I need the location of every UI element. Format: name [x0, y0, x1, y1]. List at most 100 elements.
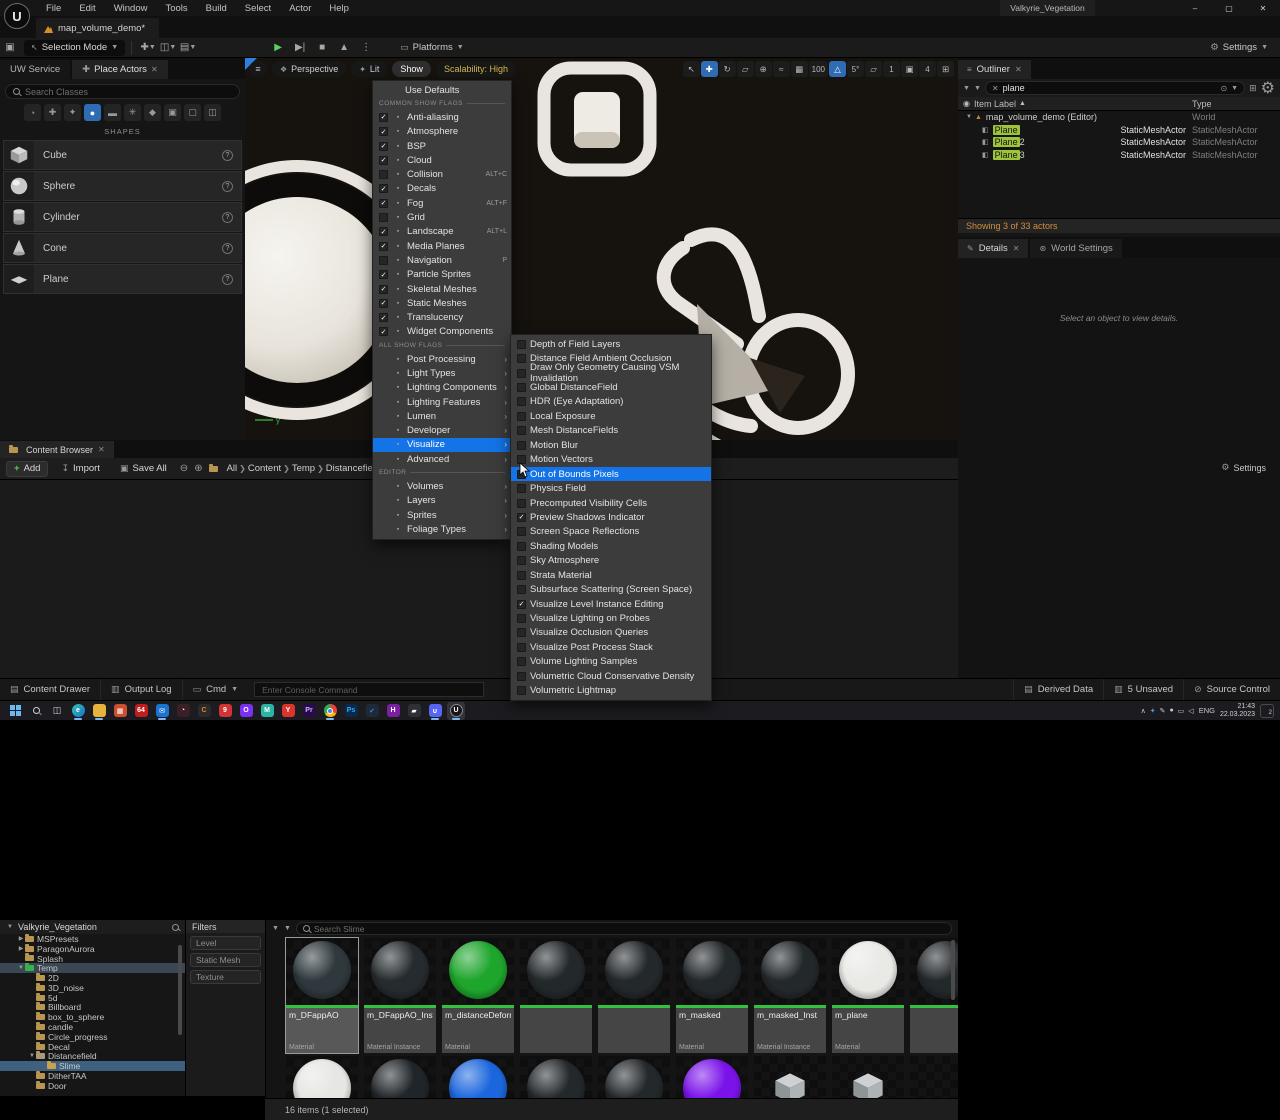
tab-place-actors[interactable]: ✚Place Actors✕: [72, 60, 167, 79]
chevron-down-icon[interactable]: ▼: [1231, 85, 1238, 92]
menu-edit[interactable]: Edit: [71, 2, 103, 15]
menu-item-visualize[interactable]: ▪Visualize›: [373, 438, 511, 452]
tree-item-slime[interactable]: Slime: [0, 1061, 185, 1071]
shape-item-sphere[interactable]: Sphere?: [3, 171, 242, 201]
tree-item-box-to-sphere[interactable]: box_to_sphere: [0, 1012, 185, 1022]
output-log-button[interactable]: ▥ Output Log: [101, 679, 183, 701]
checkbox-landscape[interactable]: ✓: [379, 227, 388, 236]
chevron-down-icon[interactable]: ▼: [966, 114, 972, 120]
forward-icon[interactable]: ⊕: [194, 463, 202, 474]
search-icon[interactable]: [172, 924, 179, 931]
rotation-snap-value[interactable]: 5°: [847, 61, 864, 77]
selection-mode-dropdown[interactable]: ↖ Selection Mode ▼: [24, 40, 125, 56]
shape-item-cube[interactable]: Cube?: [3, 140, 242, 170]
asset-tile[interactable]: [598, 938, 670, 1053]
tab-uw-service[interactable]: UW Service: [0, 60, 70, 79]
camera-speed[interactable]: ▣: [901, 61, 918, 77]
photoshop-icon[interactable]: Ps: [342, 702, 360, 720]
asset-tile[interactable]: [520, 938, 592, 1053]
menu-item-decals[interactable]: ✓▪Decals: [373, 182, 511, 196]
checkbox-atmosphere[interactable]: ✓: [379, 127, 388, 136]
m-app-icon[interactable]: M: [258, 702, 276, 720]
checkbox-screen-space-reflections[interactable]: [517, 527, 526, 536]
show-dropdown[interactable]: Show: [392, 61, 431, 77]
taskbar-clock[interactable]: 21:43 22.03.2023: [1220, 703, 1255, 719]
search-classes-input[interactable]: Search Classes: [5, 84, 240, 99]
scale-snap-toggle[interactable]: ▱: [865, 61, 882, 77]
add-button[interactable]: + Add: [6, 461, 48, 477]
menu-item-foliage-types[interactable]: ▪Foliage Types›: [373, 522, 511, 536]
checkbox-widget-components[interactable]: ✓: [379, 327, 388, 336]
chrome-icon[interactable]: [321, 702, 339, 720]
menu-item-bsp[interactable]: ✓▪BSP: [373, 139, 511, 153]
menu-item-lighting-components[interactable]: ▪Lighting Components›: [373, 381, 511, 395]
scale-snap-value[interactable]: 1: [883, 61, 900, 77]
basic-icon[interactable]: ✚: [44, 104, 61, 121]
asset-search-input[interactable]: Search Slime: [296, 922, 952, 935]
asset-tile[interactable]: [364, 1056, 436, 1098]
move-tool[interactable]: ✚: [701, 61, 718, 77]
premiere-icon[interactable]: Pr: [300, 702, 318, 720]
edge-icon[interactable]: e: [69, 702, 87, 720]
tray-mic-icon[interactable]: ●: [1169, 707, 1173, 714]
outliner-row-map-volume-demo-editor[interactable]: ▼▲map_volume_demo (Editor)World: [958, 111, 1280, 124]
menu-item-depth-of-field-layers[interactable]: Depth of Field Layers: [511, 337, 711, 351]
help-icon[interactable]: ?: [222, 243, 233, 254]
filter-pill-texture[interactable]: Texture: [190, 970, 261, 984]
menu-select[interactable]: Select: [237, 2, 279, 15]
menu-item-out-of-bounds-pixels[interactable]: Out of Bounds Pixels: [511, 467, 711, 481]
save-all-button[interactable]: ▣ Save All: [113, 461, 174, 477]
checkbox-shading-models[interactable]: [517, 542, 526, 551]
filter-icon[interactable]: ▼: [963, 85, 970, 92]
tab-world-settings[interactable]: ⊛World Settings: [1030, 239, 1121, 258]
rotation-snap-toggle[interactable]: △: [829, 61, 846, 77]
checkbox-anti-aliasing[interactable]: ✓: [379, 113, 388, 122]
app-64-icon[interactable]: 64: [132, 702, 150, 720]
chevron-down-icon[interactable]: ▼: [974, 85, 981, 92]
outliner-row-plane3[interactable]: ◧Plane3StaticMeshActorStaticMeshActor: [958, 149, 1280, 162]
o-app-icon[interactable]: O: [237, 702, 255, 720]
checkbox-translucency[interactable]: ✓: [379, 313, 388, 322]
outliner-column-header[interactable]: ◉ Item Label ▲ Type: [958, 97, 1280, 111]
asset-tile[interactable]: [286, 1056, 358, 1098]
grid-snap-toggle[interactable]: ▦: [791, 61, 808, 77]
checkbox-sky-atmosphere[interactable]: [517, 556, 526, 565]
menu-file[interactable]: File: [38, 2, 69, 15]
geometry-icon[interactable]: ◆: [144, 104, 161, 121]
content-drawer-button[interactable]: ▤ Content Drawer: [0, 679, 101, 701]
shape-item-cone[interactable]: Cone?: [3, 233, 242, 263]
world-space-toggle[interactable]: ⊕: [755, 61, 772, 77]
perspective-dropdown[interactable]: ❖ Perspective: [272, 61, 346, 77]
menu-item-preview-shadows-indicator[interactable]: ✓Preview Shadows Indicator: [511, 510, 711, 524]
menu-item-draw-only-geometry-causing-vsm-invalidation[interactable]: Draw Only Geometry Causing VSM Invalidat…: [511, 366, 711, 380]
tree-item-3d-noise[interactable]: 3D_noise: [0, 983, 185, 993]
asset-tile[interactable]: [832, 1056, 904, 1098]
h-app-icon[interactable]: H: [384, 702, 402, 720]
checkbox-collision[interactable]: [379, 170, 388, 179]
discord-icon[interactable]: ∪: [426, 702, 444, 720]
asset-tile-m-dfappao[interactable]: m_DFappAOMaterial: [286, 938, 358, 1053]
checkbox-cloud[interactable]: ✓: [379, 156, 388, 165]
item-label-column[interactable]: Item Label: [974, 99, 1016, 109]
checkbox-depth-of-field-layers[interactable]: [517, 340, 526, 349]
tray-chevron-icon[interactable]: ∧: [1141, 707, 1146, 715]
close-icon[interactable]: ✕: [151, 65, 158, 74]
ide-icon[interactable]: ▰: [405, 702, 423, 720]
select-tool[interactable]: ↖: [683, 61, 700, 77]
checkbox-navigation[interactable]: [379, 256, 388, 265]
tree-item-door[interactable]: Door: [0, 1081, 185, 1091]
chevron-right-icon[interactable]: ▶: [17, 935, 25, 942]
derived-data-button[interactable]: ▤Derived Data: [1013, 679, 1103, 701]
close-icon[interactable]: ✕: [98, 445, 105, 454]
notification-button[interactable]: 2: [1260, 704, 1274, 718]
viewport-options-icon[interactable]: ≡: [249, 61, 267, 77]
menu-item-atmosphere[interactable]: ✓▪Atmosphere: [373, 125, 511, 139]
menu-item-motion-blur[interactable]: Motion Blur: [511, 438, 711, 452]
outliner-search-input[interactable]: ✕ plane ⊙ ▼: [985, 81, 1245, 95]
tab-details[interactable]: ✎Details✕: [958, 239, 1028, 258]
tray-pen-icon[interactable]: ✎: [1160, 707, 1166, 715]
menu-build[interactable]: Build: [198, 2, 235, 15]
breadcrumb-all[interactable]: All: [227, 463, 238, 474]
platforms-dropdown[interactable]: ▭ Platforms ▼: [400, 42, 464, 53]
checkbox-physics-field[interactable]: [517, 484, 526, 493]
